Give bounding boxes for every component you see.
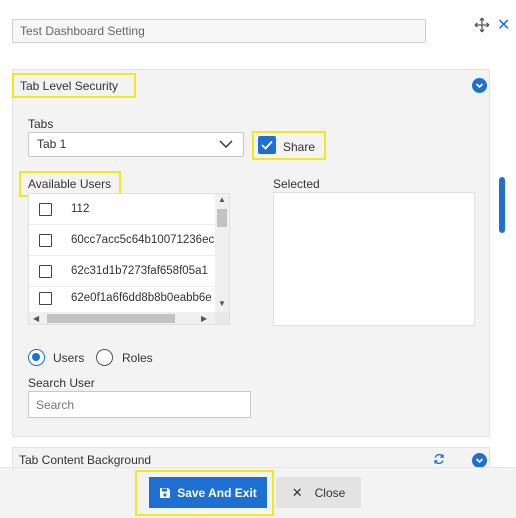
dashboard-title-input[interactable] [12, 19, 426, 43]
list-item[interactable]: 62e0f1a6f6dd8b8b0eabb6e [29, 287, 215, 312]
selected-label: Selected [273, 177, 320, 191]
horizontal-scrollbar[interactable]: ◀ ▶ [29, 312, 215, 324]
panel-header-tab-level-security[interactable]: Tab Level Security [12, 73, 136, 98]
save-icon [160, 487, 171, 498]
list-item[interactable]: 112 [29, 194, 215, 225]
save-button-label: Save And Exit [177, 485, 257, 500]
search-user-input[interactable] [28, 391, 251, 418]
scrollbar-thumb[interactable] [47, 314, 175, 323]
close-button-label: Close [314, 485, 346, 500]
close-button[interactable]: ✕ Close [276, 477, 361, 508]
share-label: Share [283, 140, 316, 154]
scroll-up-icon[interactable]: ▲ [218, 196, 226, 204]
scroll-left-icon[interactable]: ◀ [33, 315, 39, 323]
tabs-select[interactable]: Tab 1 [28, 132, 244, 157]
user-label: 62c31d1b7273faf658f05a1 [71, 265, 208, 277]
scrollbar-corner [215, 312, 229, 324]
roles-radio-label: Roles [122, 351, 153, 365]
close-icon: ✕ [291, 484, 303, 500]
user-checkbox[interactable] [39, 292, 52, 305]
tabs-select-value: Tab 1 [37, 137, 67, 151]
dialog-scrollbar-thumb[interactable] [499, 177, 505, 233]
users-radio-label: Users [53, 351, 85, 365]
user-label: 60cc7acc5c64b10071236ec [71, 234, 215, 246]
scroll-down-icon[interactable]: ▼ [218, 300, 226, 308]
user-checkbox[interactable] [39, 265, 52, 278]
users-radio[interactable] [28, 349, 45, 366]
chevron-down-icon[interactable] [472, 453, 487, 468]
selected-users-list[interactable] [273, 192, 475, 326]
list-item[interactable]: 62c31d1b7273faf658f05a1 [29, 256, 215, 287]
scrollbar-thumb[interactable] [217, 209, 227, 227]
available-users-list[interactable]: 112 60cc7acc5c64b10071236ec 62c31d1b7273… [28, 193, 230, 325]
chevron-down-icon [219, 140, 233, 148]
user-label: 62e0f1a6f6dd8b8b0eabb6e [71, 292, 212, 304]
tabs-label: Tabs [28, 117, 54, 131]
list-item[interactable]: 60cc7acc5c64b10071236ec [29, 225, 215, 256]
user-label: 112 [71, 203, 90, 215]
panel-header-tab-content-background[interactable]: Tab Content Background [19, 453, 151, 467]
close-icon[interactable]: ✕ [497, 18, 510, 34]
vertical-scrollbar[interactable]: ▲ ▼ [215, 194, 229, 312]
search-user-label: Search User [28, 376, 95, 390]
move-icon[interactable] [474, 17, 490, 33]
roles-radio[interactable] [96, 349, 113, 366]
refresh-icon[interactable] [433, 453, 445, 465]
user-checkbox[interactable] [39, 234, 52, 247]
chevron-down-icon[interactable] [472, 78, 487, 93]
share-checkbox[interactable] [258, 136, 276, 154]
scroll-right-icon[interactable]: ▶ [201, 315, 207, 323]
save-and-exit-button[interactable]: Save And Exit [149, 477, 267, 508]
user-checkbox[interactable] [39, 203, 52, 216]
